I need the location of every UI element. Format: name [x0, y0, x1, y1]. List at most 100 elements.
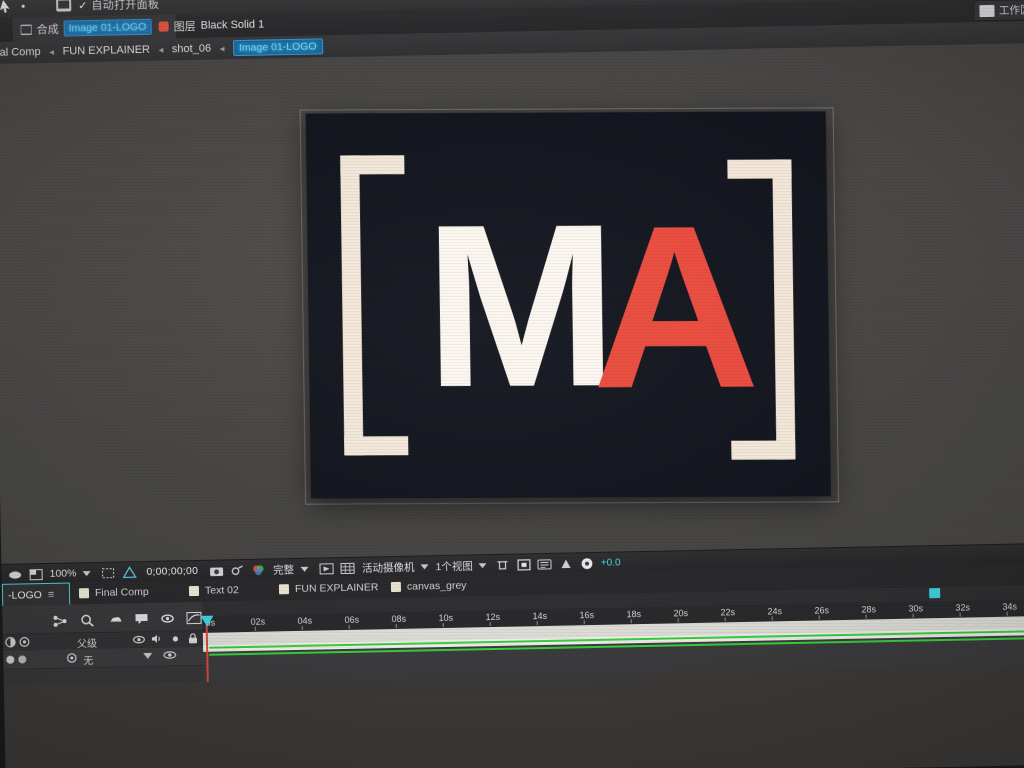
effects-icon[interactable] [19, 636, 30, 650]
panel-toggle-icon[interactable] [56, 0, 72, 12]
reset-exposure-icon[interactable] [579, 556, 595, 570]
comp-swatch-icon [78, 588, 90, 599]
tab-image-01-logo[interactable]: -LOGO ≡ [1, 582, 71, 607]
breadcrumb-item-0[interactable]: inal Comp [0, 46, 41, 59]
auto-open-panels-label: 自动打开面板 [91, 0, 160, 12]
comp-artwork: M A [299, 107, 840, 505]
hand-tool-icon[interactable]: • [14, 0, 32, 15]
always-preview-icon[interactable] [6, 567, 22, 581]
breadcrumb-separator-icon: ◄ [156, 45, 165, 55]
search-icon[interactable] [78, 612, 96, 628]
take-snapshot-icon[interactable] [208, 563, 224, 577]
time-tick-label: 10s [438, 612, 454, 624]
toggle-transparency-grid-icon[interactable] [27, 567, 43, 581]
view-camera-chevron-down-icon[interactable] [420, 563, 429, 569]
workspace-icon [978, 4, 995, 17]
view-layout-chevron-down-icon[interactable] [478, 562, 487, 568]
breadcrumb-item-1[interactable]: FUN EXPLAINER [62, 44, 150, 58]
toggle-switches-icon[interactable] [5, 637, 16, 651]
view-camera-value[interactable]: 活动摄像机 [362, 559, 415, 575]
timeline-panel-menu-icon[interactable]: ≡ [48, 589, 54, 601]
screenshot-root: • ✓ 自动打开面板 合成 Image 01-LOGO ≡ 图层 Black S… [0, 0, 1024, 768]
composition-viewer[interactable]: M A [0, 42, 1024, 564]
tab-layer[interactable]: 图层 Black Solid 1 [150, 12, 272, 38]
time-tick-label: 28s [861, 604, 877, 615]
solo-icon[interactable] [169, 632, 181, 644]
timeline-marker[interactable] [929, 588, 941, 599]
timeline-left-tab-label: -LOGO [7, 589, 42, 602]
video-eye-icon[interactable] [132, 633, 145, 645]
timeline-tab-label: Text 02 [204, 584, 239, 597]
time-tick-label: 06s [344, 614, 360, 626]
motion-blur-icon[interactable] [158, 610, 176, 626]
breadcrumb-item-2[interactable]: shot_06 [172, 43, 211, 56]
tab-final-comp[interactable]: Final Comp [70, 581, 158, 605]
view-layout-value[interactable]: 1个视图 [435, 558, 473, 574]
left-bracket-bottom [344, 436, 409, 456]
comp-swatch-icon [390, 581, 402, 593]
fast-preview-icon[interactable] [318, 561, 334, 575]
toggle-mask-paths-icon[interactable] [121, 565, 137, 579]
comp-flowchart-icon[interactable] [558, 556, 574, 570]
tab-fun-explainer[interactable]: FUN EXPLAINER [270, 576, 388, 600]
layer-visibility-dot-icon[interactable] [6, 655, 15, 664]
comp-swatch-icon [278, 584, 290, 595]
time-tick-label: 16s [579, 610, 595, 621]
resolution-chevron-down-icon[interactable] [300, 566, 309, 572]
left-bracket-top [340, 155, 405, 175]
timeline-tab-label: FUN EXPLAINER [294, 581, 379, 595]
layer-tab-name: Black Solid 1 [200, 18, 265, 32]
time-tick-label: 24s [767, 606, 783, 617]
tab-text-02[interactable]: Text 02 [180, 579, 248, 602]
breadcrumb-separator-icon: ◄ [217, 43, 227, 53]
magnification-value[interactable]: 100% [49, 567, 76, 580]
show-snapshot-icon[interactable] [229, 563, 245, 577]
current-timecode[interactable]: 0;00;00;00 [146, 565, 198, 578]
time-tick-label: 18s [626, 609, 642, 620]
composition-tab-prefix: 合成 [36, 23, 59, 37]
time-tick-label: 12s [485, 611, 501, 623]
lock-icon[interactable] [187, 632, 199, 644]
graph-editor-icon[interactable] [184, 610, 202, 626]
draft-3d-icon[interactable] [106, 611, 124, 627]
comp-renderer-icon[interactable] [537, 557, 553, 571]
checkmark-icon: ✓ [78, 0, 88, 12]
grid-guides-icon[interactable] [339, 561, 355, 575]
time-tick-label: 34s [1002, 601, 1018, 612]
breadcrumb-item-current[interactable]: Image 01-LOGO [232, 38, 323, 57]
tab-canvas-grey[interactable]: canvas_grey [382, 574, 476, 598]
region-of-interest-icon[interactable] [100, 566, 116, 580]
layer-audio-dot-icon[interactable] [18, 655, 27, 664]
auto-open-panels-toggle[interactable]: ✓ 自动打开面板 [78, 0, 159, 13]
exposure-value[interactable]: +0.0 [601, 557, 621, 568]
time-tick-label: 08s [391, 613, 407, 625]
parent-link-icon[interactable] [50, 613, 68, 629]
time-tick-label: 26s [814, 605, 830, 616]
parent-value[interactable]: 无 [83, 652, 93, 667]
pixel-aspect-correction-icon[interactable] [495, 558, 511, 572]
comp-canvas: M A [305, 111, 832, 499]
workspace-label: 工作区 [998, 4, 1024, 17]
right-bracket-top [727, 159, 792, 179]
audio-speaker-icon[interactable] [151, 633, 163, 645]
timeline-tab-label: Final Comp [94, 585, 149, 600]
magnification-chevron-down-icon[interactable] [82, 570, 91, 576]
timeline-tool-row [2, 608, 202, 632]
parent-none-icon[interactable] [66, 652, 77, 666]
hide-shy-layers-icon[interactable] [132, 611, 150, 627]
layer-color-swatch-icon [158, 21, 169, 32]
layer-eye-icon[interactable] [163, 650, 177, 662]
channel-rgb-icon[interactable] [250, 563, 266, 577]
selection-tool-icon[interactable] [0, 0, 14, 15]
time-tick-label: 04s [297, 615, 313, 626]
right-bracket-bottom [731, 440, 796, 460]
parent-chevron-down-icon[interactable] [143, 651, 153, 662]
comp-swatch-icon [188, 585, 200, 597]
workspace-selector[interactable]: 工作区 [972, 0, 1024, 22]
resolution-value[interactable]: 完整 [273, 562, 294, 577]
timeline-icon[interactable] [516, 557, 532, 571]
time-tick-label: 32s [955, 602, 971, 613]
left-bracket-icon [340, 155, 364, 456]
layer-row[interactable]: 无 [3, 646, 204, 670]
logo-letter-a: A [589, 177, 755, 438]
